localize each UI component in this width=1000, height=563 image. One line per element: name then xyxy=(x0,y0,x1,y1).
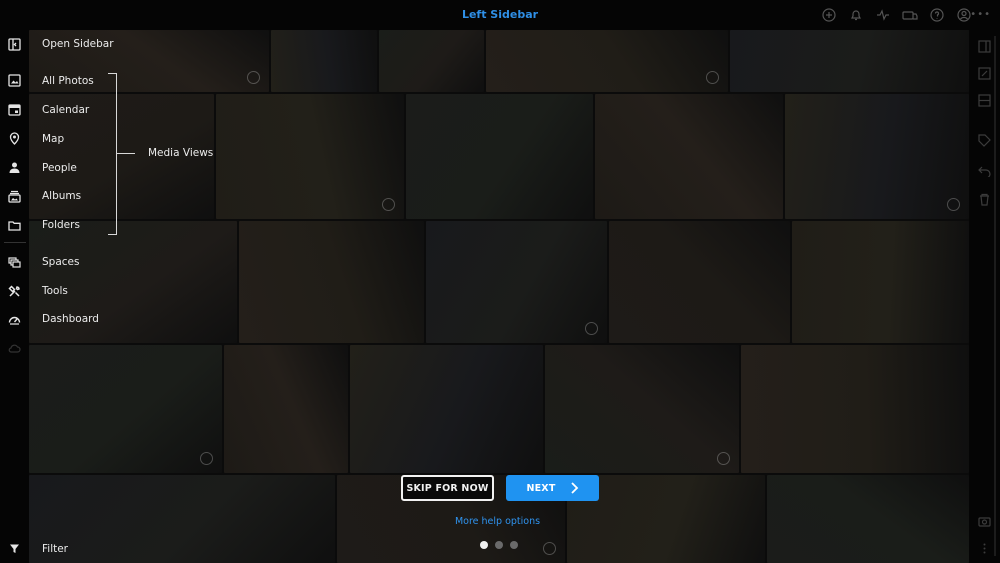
photo-thumbnail xyxy=(29,475,335,563)
next-button[interactable]: NEXT xyxy=(506,475,599,501)
sidebar-item-all-photos[interactable]: All Photos xyxy=(42,75,94,87)
select-circle-icon xyxy=(706,71,719,84)
photo-thumbnail xyxy=(379,30,484,92)
media-views-bracket-tick xyxy=(117,153,135,154)
more-vertical-icon[interactable] xyxy=(978,542,991,555)
scrollbar[interactable] xyxy=(994,36,996,556)
filter-label[interactable]: Filter xyxy=(42,543,68,555)
filter-icon[interactable] xyxy=(6,540,23,557)
photo-thumbnail xyxy=(406,94,593,219)
select-circle-icon xyxy=(947,198,960,211)
more-icon[interactable]: ••• xyxy=(970,9,991,20)
info-panel-icon[interactable] xyxy=(978,40,991,53)
select-circle-icon xyxy=(382,198,395,211)
person-icon[interactable] xyxy=(6,159,23,176)
photo-thumbnail xyxy=(741,345,969,473)
more-help-options-link[interactable]: More help options xyxy=(440,516,555,527)
photo-thumbnail xyxy=(29,345,222,473)
sidebar-item-albums[interactable]: Albums xyxy=(42,190,81,202)
map-pin-icon[interactable] xyxy=(6,130,23,147)
sidebar-item-folders[interactable]: Folders xyxy=(42,219,80,231)
trash-icon[interactable] xyxy=(978,193,991,206)
rail-divider xyxy=(4,242,26,243)
pagination-dot[interactable] xyxy=(480,541,488,549)
undo-icon[interactable] xyxy=(978,164,991,177)
photo-thumbnail xyxy=(767,475,969,563)
select-circle-icon xyxy=(585,322,598,335)
calendar-icon[interactable] xyxy=(6,101,23,118)
media-views-bracket xyxy=(108,73,117,235)
edit-icon[interactable] xyxy=(978,67,991,80)
open-sidebar-label[interactable]: Open Sidebar xyxy=(42,38,114,50)
camera-icon[interactable] xyxy=(978,515,991,528)
photo-thumbnail xyxy=(426,221,607,343)
chevron-right-icon xyxy=(570,482,578,494)
photo-thumbnail xyxy=(730,30,969,92)
spaces-icon[interactable] xyxy=(6,254,23,271)
activity-icon[interactable] xyxy=(875,7,891,23)
photo-thumbnail xyxy=(609,221,790,343)
bell-icon[interactable] xyxy=(848,7,864,23)
photo-thumbnail xyxy=(216,94,404,219)
select-circle-icon xyxy=(717,452,730,465)
next-button-label: NEXT xyxy=(526,482,556,494)
select-circle-icon xyxy=(543,542,556,555)
photo-thumbnail xyxy=(486,30,728,92)
select-circle-icon xyxy=(247,71,260,84)
dashboard-icon[interactable] xyxy=(6,311,23,328)
sidebar-item-dashboard[interactable]: Dashboard xyxy=(42,313,99,325)
sidebar-item-calendar[interactable]: Calendar xyxy=(42,104,89,116)
sidebar-item-spaces[interactable]: Spaces xyxy=(42,256,79,268)
skip-button-label: SKIP FOR NOW xyxy=(406,482,489,494)
tag-icon[interactable] xyxy=(978,134,991,147)
media-views-label: Media Views xyxy=(148,147,214,159)
photo-thumbnail xyxy=(792,221,969,343)
pagination-dot[interactable] xyxy=(495,541,503,549)
photo-thumbnail xyxy=(545,345,739,473)
cloud-sync-icon[interactable] xyxy=(902,7,918,23)
photo-thumbnail xyxy=(239,221,424,343)
photo-thumbnail xyxy=(785,94,969,219)
add-icon[interactable] xyxy=(821,7,837,23)
folder-icon[interactable] xyxy=(6,217,23,234)
cloud-off-icon[interactable] xyxy=(6,340,23,357)
photo-thumbnail xyxy=(350,345,543,473)
photo-icon[interactable] xyxy=(6,72,23,89)
sidebar-item-people[interactable]: People xyxy=(42,162,77,174)
albums-icon[interactable] xyxy=(6,188,23,205)
compare-icon[interactable] xyxy=(978,94,991,107)
photo-thumbnail xyxy=(271,30,377,92)
tools-icon[interactable] xyxy=(6,283,23,300)
photo-thumbnail xyxy=(595,94,783,219)
open-sidebar-icon[interactable] xyxy=(6,36,23,53)
top-bar: Left Sidebar ••• xyxy=(0,0,1000,30)
help-icon[interactable] xyxy=(929,7,945,23)
photo-grid xyxy=(29,30,969,563)
left-rail xyxy=(0,30,29,563)
pagination-dot[interactable] xyxy=(510,541,518,549)
select-circle-icon xyxy=(200,452,213,465)
photo-thumbnail xyxy=(224,345,348,473)
skip-for-now-button[interactable]: SKIP FOR NOW xyxy=(401,475,494,501)
sidebar-item-map[interactable]: Map xyxy=(42,133,64,145)
top-toolbar xyxy=(821,7,972,23)
sidebar-item-tools[interactable]: Tools xyxy=(42,285,68,297)
